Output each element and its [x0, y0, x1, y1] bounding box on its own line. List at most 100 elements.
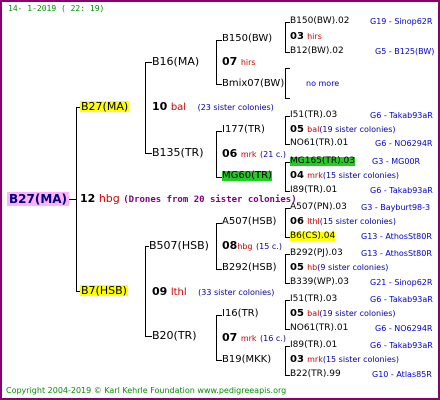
gen4-left[interactable]: B6(CS).04 — [290, 232, 336, 241]
gen4-left[interactable]: B22(TR).99 — [290, 370, 341, 379]
gen4-origin: G3 - Bayburt98-3 — [361, 203, 431, 212]
date-stamp: 14- 1-2019 ( 22: 19) — [8, 4, 105, 13]
queen-line-node[interactable]: B27(MA) — [80, 101, 130, 112]
b507-number: 08 — [222, 239, 238, 252]
queen-line-abbr: bal — [170, 102, 187, 113]
copyright-footer[interactable]: Copyright 2004-2019 © Karl Kehrle Founda… — [6, 387, 286, 395]
gen1-abbr: hbg — [98, 192, 120, 205]
drone-line-info: 09 lthl (33 sister colonies) — [152, 286, 274, 298]
gen4-left[interactable]: NO61(TR).01 — [290, 139, 348, 148]
gen4-note: (19 sister colonies) — [319, 309, 396, 318]
gen4-note: (15 sister colonies) — [322, 171, 400, 180]
gen4-note: (9 sister colonies) — [317, 263, 389, 272]
node-b19[interactable]: B19(MKK) — [222, 355, 271, 365]
gen4-mid: 05 bal(19 sister colonies) — [290, 309, 396, 319]
node-b150[interactable]: B150(BW) — [222, 34, 272, 44]
gen4-left[interactable]: B150(BW).02 — [290, 17, 349, 26]
gen4-origin: G6 - Takab93aR — [370, 111, 433, 120]
b20-info: 07 mrk (16 c.) — [222, 332, 286, 343]
b16-abbr: hirs — [240, 58, 256, 67]
drone-line-number: 09 — [152, 285, 168, 298]
node-i177[interactable]: I177(TR) — [222, 125, 265, 135]
node-b20[interactable]: B20(TR) — [152, 330, 197, 341]
gen4-abbr: hb — [307, 263, 318, 272]
gen4-number: 04 — [290, 170, 304, 181]
b16-number: 07 — [222, 55, 238, 68]
gen4-abbr: mrk — [307, 171, 323, 180]
b20-note: (16 c.) — [260, 334, 286, 343]
gen1-breeding-info: 12 hbg (Drones from 20 sister colonies) — [80, 193, 297, 205]
gen4-abbr: lthl — [307, 217, 320, 226]
node-bmix07[interactable]: Bmix07(BW) — [222, 79, 284, 89]
gen4-origin: G13 - AthosSt80R — [361, 249, 432, 258]
gen4-left[interactable]: I89(TR).01 — [290, 186, 337, 195]
gen4-origin: G13 - AthosSt80R — [361, 232, 432, 241]
node-b135[interactable]: B135(TR) — [152, 147, 204, 158]
b507-note: (15 c.) — [256, 242, 282, 251]
b20-number: 07 — [222, 331, 238, 344]
gen4-number: 03 — [290, 354, 304, 365]
b135-info: 06 mrk (21 c.) — [222, 148, 286, 159]
gen4-left[interactable]: B292(PJ).03 — [290, 249, 343, 258]
gen4-left[interactable]: NO61(TR).01 — [290, 324, 348, 333]
gen4-left[interactable]: MG165(TR).03 — [290, 157, 356, 166]
gen4-number: 05 — [290, 308, 304, 319]
gen1-number: 12 — [80, 192, 96, 205]
gen1-note: (Drones from 20 sister colonies) — [123, 195, 297, 205]
gen4-note: (19 sister colonies) — [319, 125, 396, 134]
gen4-origin: G19 - Sinop62R — [370, 17, 433, 26]
gen4-left[interactable]: B12(BW).02 — [290, 47, 344, 56]
gen4-note: (15 sister colonies) — [319, 217, 396, 226]
drone-line-abbr: lthl — [170, 287, 187, 298]
drone-line-node[interactable]: B7(HSB) — [80, 285, 128, 296]
b20-abbr: mrk — [240, 334, 257, 343]
queen-line-number: 10 — [152, 100, 168, 113]
gen4-mid: 06 lthl(15 sister colonies) — [290, 217, 396, 227]
gen4-abbr: bal — [307, 125, 320, 134]
gen4-abbr: mrk — [307, 355, 323, 364]
root-queen[interactable]: B27(MA) — [7, 192, 70, 206]
gen4-mid: 05 hb(9 sister colonies) — [290, 263, 388, 273]
gen4-origin: G6 - NO6294R — [375, 139, 433, 148]
gen4-abbr: hirs — [307, 32, 322, 41]
gen4-number: 06 — [290, 216, 304, 227]
gen4-no-more: no more — [306, 79, 340, 88]
gen4-mid: 05 bal(19 sister colonies) — [290, 125, 396, 135]
gen4-left[interactable]: I51(TR).03 — [290, 111, 337, 120]
gen4-mid: 03 mrk(15 sister colonies) — [290, 355, 399, 365]
gen4-origin: G10 - Atlas85R — [372, 370, 432, 379]
gen4-origin: G6 - Takab93aR — [370, 295, 433, 304]
queen-line-info: 10 bal (23 sister colonies) — [152, 101, 274, 113]
gen4-left[interactable]: I51(TR).03 — [290, 295, 337, 304]
node-a507[interactable]: A507(HSB) — [222, 217, 276, 227]
gen4-origin: G6 - Takab93aR — [370, 341, 433, 350]
b135-number: 06 — [222, 147, 238, 160]
node-mg60[interactable]: MG60(TR) — [222, 171, 272, 181]
gen4-origin: G6 - Takab93aR — [370, 186, 433, 195]
gen4-origin: G6 - NO6294R — [375, 324, 433, 333]
b507-abbr: hbg — [237, 242, 253, 251]
b135-abbr: mrk — [240, 150, 257, 159]
gen4-origin: G21 - Sinop62R — [370, 278, 433, 287]
gen4-origin: G5 - B125(BW) — [375, 47, 435, 56]
gen4-note: (15 sister colonies) — [322, 355, 400, 364]
gen4-mid: 03 hirs — [290, 32, 322, 42]
gen4-number: 03 — [290, 31, 304, 42]
node-b507[interactable]: B507(HSB) — [149, 240, 209, 251]
gen4-left[interactable]: A507(PN).03 — [290, 203, 347, 212]
node-i16[interactable]: I16(TR) — [222, 309, 259, 319]
gen4-mid: 04 mrk(15 sister colonies) — [290, 171, 399, 181]
queen-line-note: (23 sister colonies) — [197, 103, 274, 112]
gen4-left[interactable]: I89(TR).01 — [290, 341, 337, 350]
node-b292[interactable]: B292(HSB) — [222, 263, 276, 273]
gen4-number: 05 — [290, 124, 304, 135]
node-b16[interactable]: B16(MA) — [152, 56, 199, 67]
b507-info: 08hbg (15 c.) — [222, 240, 282, 251]
gen4-left[interactable]: B339(WP).03 — [290, 278, 349, 287]
drone-line-note: (33 sister colonies) — [198, 288, 275, 297]
b135-note: (21 c.) — [260, 150, 286, 159]
b16-info: 07 hirs — [222, 56, 256, 67]
gen4-number: 05 — [290, 262, 304, 273]
gen4-origin: G3 - MG00R — [372, 157, 421, 166]
gen4-abbr: bal — [307, 309, 320, 318]
